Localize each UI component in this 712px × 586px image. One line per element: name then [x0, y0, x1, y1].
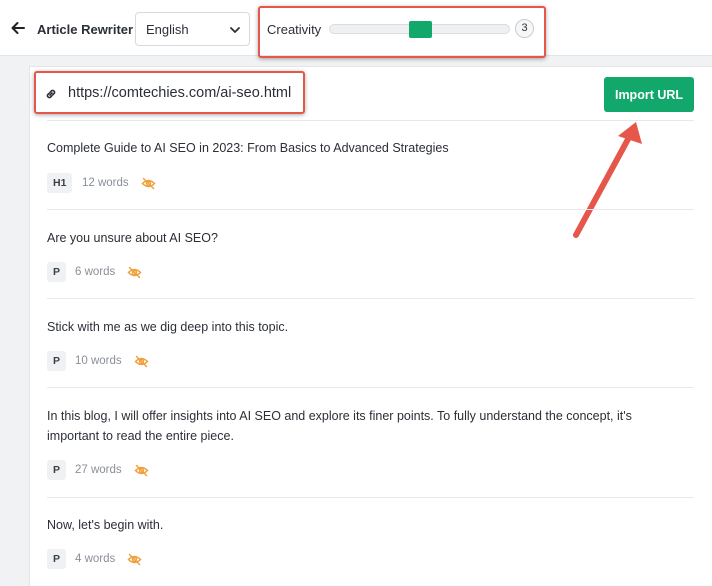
import-url-button[interactable]: Import URL: [604, 77, 694, 112]
word-count: 6 words: [75, 266, 116, 278]
language-select-value: English: [146, 22, 189, 37]
list-divider: [47, 120, 694, 121]
tag-badge: P: [47, 549, 67, 569]
creativity-value-badge: 3: [515, 19, 534, 38]
url-input[interactable]: https://comtechies.com/ai-seo.html: [68, 85, 291, 101]
paragraph-text[interactable]: Now, let's begin with.: [47, 515, 687, 535]
language-select[interactable]: English: [135, 12, 250, 46]
word-count: 4 words: [75, 553, 116, 565]
word-count: 10 words: [75, 355, 122, 367]
paragraph-text[interactable]: In this blog, I will offer insights into…: [47, 406, 687, 446]
word-count: 27 words: [75, 464, 122, 476]
eye-off-icon[interactable]: [127, 552, 142, 567]
tag-badge: P: [47, 351, 67, 371]
paragraph-text[interactable]: Stick with me as we dig deep into this t…: [47, 317, 687, 337]
list-divider: [47, 387, 694, 388]
eye-off-icon[interactable]: [127, 265, 142, 280]
tag-badge: P: [47, 262, 67, 282]
arrow-left-icon[interactable]: [9, 19, 27, 37]
eye-off-icon[interactable]: [134, 354, 149, 369]
tag-badge: H1: [47, 173, 73, 193]
creativity-label: Creativity: [267, 22, 322, 37]
paragraph-text[interactable]: Are you unsure about AI SEO?: [47, 228, 687, 248]
tag-badge: P: [47, 460, 67, 480]
list-divider: [47, 298, 694, 299]
creativity-slider-thumb[interactable]: [409, 21, 432, 38]
paragraph-text[interactable]: Complete Guide to AI SEO in 2023: From B…: [47, 138, 687, 158]
link-icon: [46, 89, 56, 99]
eye-off-icon[interactable]: [141, 176, 156, 191]
list-divider: [47, 497, 694, 498]
eye-off-icon[interactable]: [134, 463, 149, 478]
word-count: 12 words: [82, 177, 129, 189]
page-title: Article Rewriter: [37, 22, 134, 37]
chevron-down-icon: [230, 27, 240, 33]
list-divider: [47, 209, 694, 210]
